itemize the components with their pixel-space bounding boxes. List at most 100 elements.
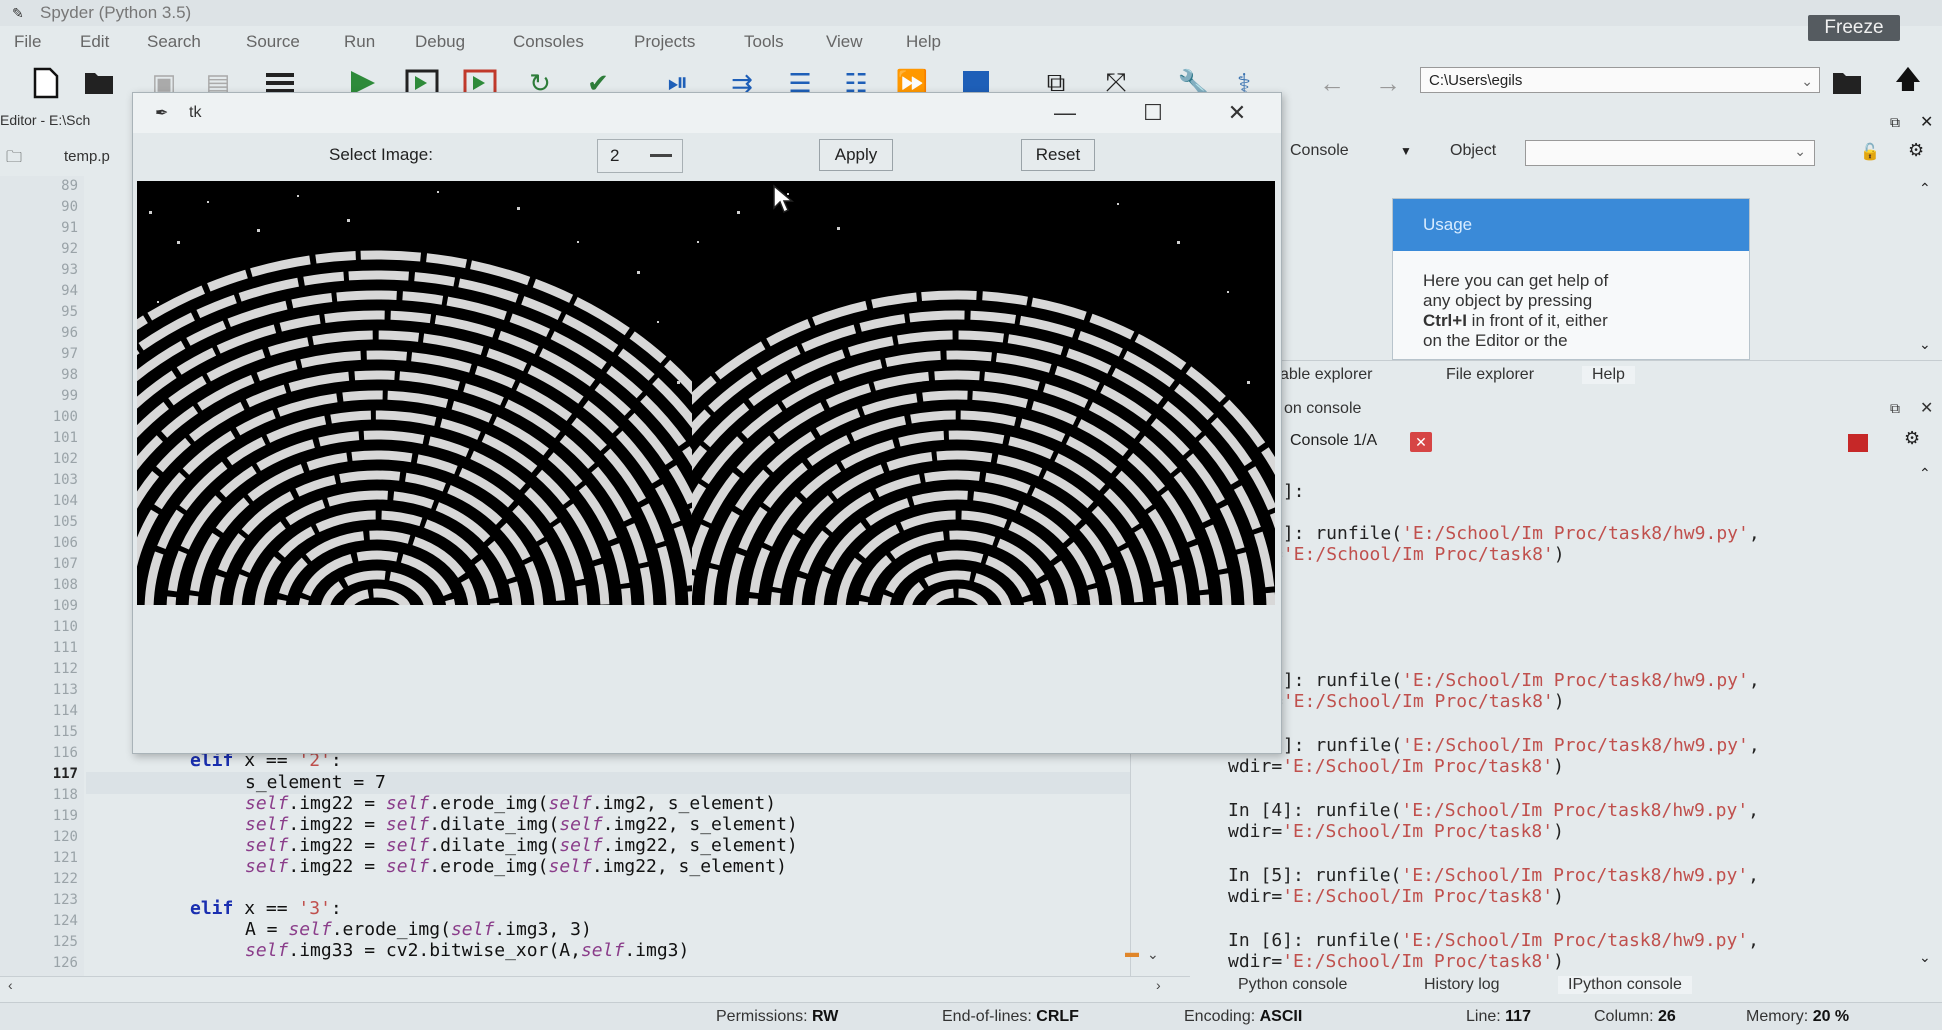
menu-view[interactable]: View (826, 32, 863, 52)
undock-icon[interactable]: ⧉ (1890, 114, 1900, 131)
menu-file[interactable]: File (14, 32, 41, 52)
status-label: End-of-lines: (942, 1008, 1032, 1025)
browse-folder-icon[interactable] (1830, 66, 1866, 100)
editor-tab-temp[interactable]: temp.p (64, 148, 110, 165)
editor-horizontal-scrollbar[interactable]: ‹ › (0, 976, 1190, 997)
console-string: 'E:/School/Im Proc/task8/hw9.py' (1401, 800, 1749, 821)
help-scrollbar[interactable]: ⌃ ⌄ (1915, 180, 1937, 355)
self-keyword: self (245, 793, 289, 814)
tab-ipython-console[interactable]: IPython console (1558, 976, 1692, 994)
menu-search[interactable]: Search (147, 32, 201, 52)
new-file-icon[interactable] (28, 66, 64, 100)
apply-button[interactable]: Apply (819, 139, 893, 171)
code-line: self.img22 = self.dilate_img(self.img22,… (245, 835, 798, 856)
usage-shortcut: Ctrl+I (1423, 311, 1467, 330)
code-editor[interactable]: elif x == '2': s_element = 7 self.img22 … (90, 744, 1130, 974)
menu-help[interactable]: Help (906, 32, 941, 52)
code-text: .erode_img( (331, 919, 451, 940)
console-text: In [6]: runfile( (1228, 930, 1402, 951)
gear-icon[interactable]: ⚙ (1908, 140, 1924, 161)
menu-edit[interactable]: Edit (80, 32, 109, 52)
line-status: Line: 117 (1466, 1008, 1531, 1026)
console-scrollbar[interactable]: ⌃ ⌄ (1915, 465, 1937, 975)
scroll-left-icon[interactable]: ‹ (8, 977, 13, 993)
minimize-icon[interactable]: — (1045, 99, 1085, 127)
maximize-icon[interactable]: ☐ (1133, 99, 1173, 127)
ipython-console[interactable]: 1]: 1]: runfile('E:/School/Im Proc/task8… (1228, 465, 1918, 975)
code-text: .img2, s_element) (591, 793, 777, 814)
working-directory-field[interactable]: C:\Users\egils ⌄ (1420, 67, 1820, 93)
tk-window: ✒ tk — ☐ ✕ Select Image: 2 Apply Reset (132, 92, 1282, 754)
line-number: 125 (52, 934, 78, 950)
line-number: 97 (61, 346, 78, 362)
reset-button[interactable]: Reset (1021, 139, 1095, 171)
chevron-down-icon[interactable]: ⌄ (1919, 336, 1931, 353)
gear-icon[interactable]: ⚙ (1904, 428, 1920, 449)
console-pane-header: on console ⧉ ✕ (1280, 398, 1942, 424)
tk-controls: Select Image: 2 Apply Reset (133, 133, 1281, 179)
console-text: 3]: runfile( (1272, 735, 1403, 756)
help-source-label[interactable]: Console (1290, 142, 1349, 160)
chevron-up-icon[interactable]: ⌃ (1919, 465, 1931, 482)
code-text: .img3, 3) (494, 919, 592, 940)
back-arrow-icon[interactable]: ← (1314, 66, 1350, 100)
tab-file-explorer[interactable]: File explorer (1446, 366, 1534, 384)
menu-consoles[interactable]: Consoles (513, 32, 584, 52)
console-tab[interactable]: Console 1/A (1290, 432, 1377, 450)
menu-source[interactable]: Source (246, 32, 300, 52)
console-string: 'E:/School/Im Proc/task8' (1282, 691, 1554, 712)
close-icon[interactable]: ✕ (1920, 112, 1933, 132)
chevron-down-icon[interactable]: ⌄ (1147, 946, 1159, 963)
undock-icon[interactable]: ⧉ (1890, 400, 1900, 417)
console-tab-row: Console 1/A ✕ ⚙ (1280, 426, 1942, 460)
parent-directory-icon[interactable]: 🡅 (1890, 64, 1926, 100)
chevron-down-icon[interactable]: ⌄ (1794, 143, 1806, 160)
tk-feather-icon: ✒ (155, 105, 169, 122)
tab-help[interactable]: Help (1582, 366, 1635, 384)
console-text: In [5]: runfile( (1228, 865, 1402, 886)
scroll-right-icon[interactable]: › (1156, 977, 1161, 993)
forward-arrow-icon[interactable]: → (1370, 66, 1406, 100)
code-line: self.img22 = self.erode_img(self.img22, … (245, 856, 787, 877)
menu-debug[interactable]: Debug (415, 32, 465, 52)
line-number: 102 (52, 451, 78, 467)
object-input[interactable]: ⌄ (1525, 140, 1815, 166)
code-line: elif x == '3': (190, 898, 342, 919)
close-icon[interactable]: ✕ (1217, 99, 1257, 127)
fingerprint-image-canvas (137, 181, 1275, 605)
browse-tabs-icon[interactable]: 🗀 (6, 146, 22, 173)
help-tab-bar: able explorer File explorer Help (1280, 360, 1942, 391)
tab-python-console[interactable]: Python console (1238, 976, 1347, 994)
close-icon[interactable]: ✕ (1920, 398, 1933, 418)
stop-kernel-icon[interactable] (1848, 434, 1868, 452)
line-number: 104 (52, 493, 78, 509)
console-line: wdir='E:/School/Im Proc/task8') (1228, 886, 1564, 907)
tab-variable-explorer[interactable]: able explorer (1280, 366, 1373, 384)
console-text: 1]: runfile( (1272, 523, 1403, 544)
line-number: 110 (52, 619, 78, 635)
caret-down-icon[interactable]: ▼ (1400, 144, 1412, 158)
console-text: wdir= (1228, 821, 1283, 842)
close-tab-icon[interactable]: ✕ (1410, 432, 1432, 452)
menu-tools[interactable]: Tools (744, 32, 784, 52)
status-value: ASCII (1259, 1008, 1303, 1025)
chevron-down-icon[interactable]: ⌄ (1801, 68, 1813, 94)
chevron-down-icon[interactable]: ⌄ (1919, 949, 1931, 966)
menu-run[interactable]: Run (344, 32, 375, 52)
select-image-dropdown[interactable]: 2 (597, 139, 683, 173)
editor-tab-row: 🗀 temp.p (0, 138, 130, 172)
menu-projects[interactable]: Projects (634, 32, 695, 52)
code-line: A = self.erode_img(self.img3, 3) (245, 919, 592, 940)
chevron-up-icon[interactable]: ⌃ (1919, 180, 1931, 197)
line-number: 107 (52, 556, 78, 572)
console-string: 'E:/School/Im Proc/task8/hw9.py' (1402, 670, 1749, 691)
open-folder-icon[interactable] (82, 66, 118, 100)
tab-history-log[interactable]: History log (1424, 976, 1500, 994)
code-text: .img22 = (288, 793, 386, 814)
console-text: ) (1553, 756, 1564, 777)
line-number: 123 (52, 892, 78, 908)
line-number: 108 (52, 577, 78, 593)
line-number: 105 (52, 514, 78, 530)
lock-icon[interactable]: 🔓 (1860, 142, 1880, 162)
mouse-cursor-icon (773, 184, 794, 214)
